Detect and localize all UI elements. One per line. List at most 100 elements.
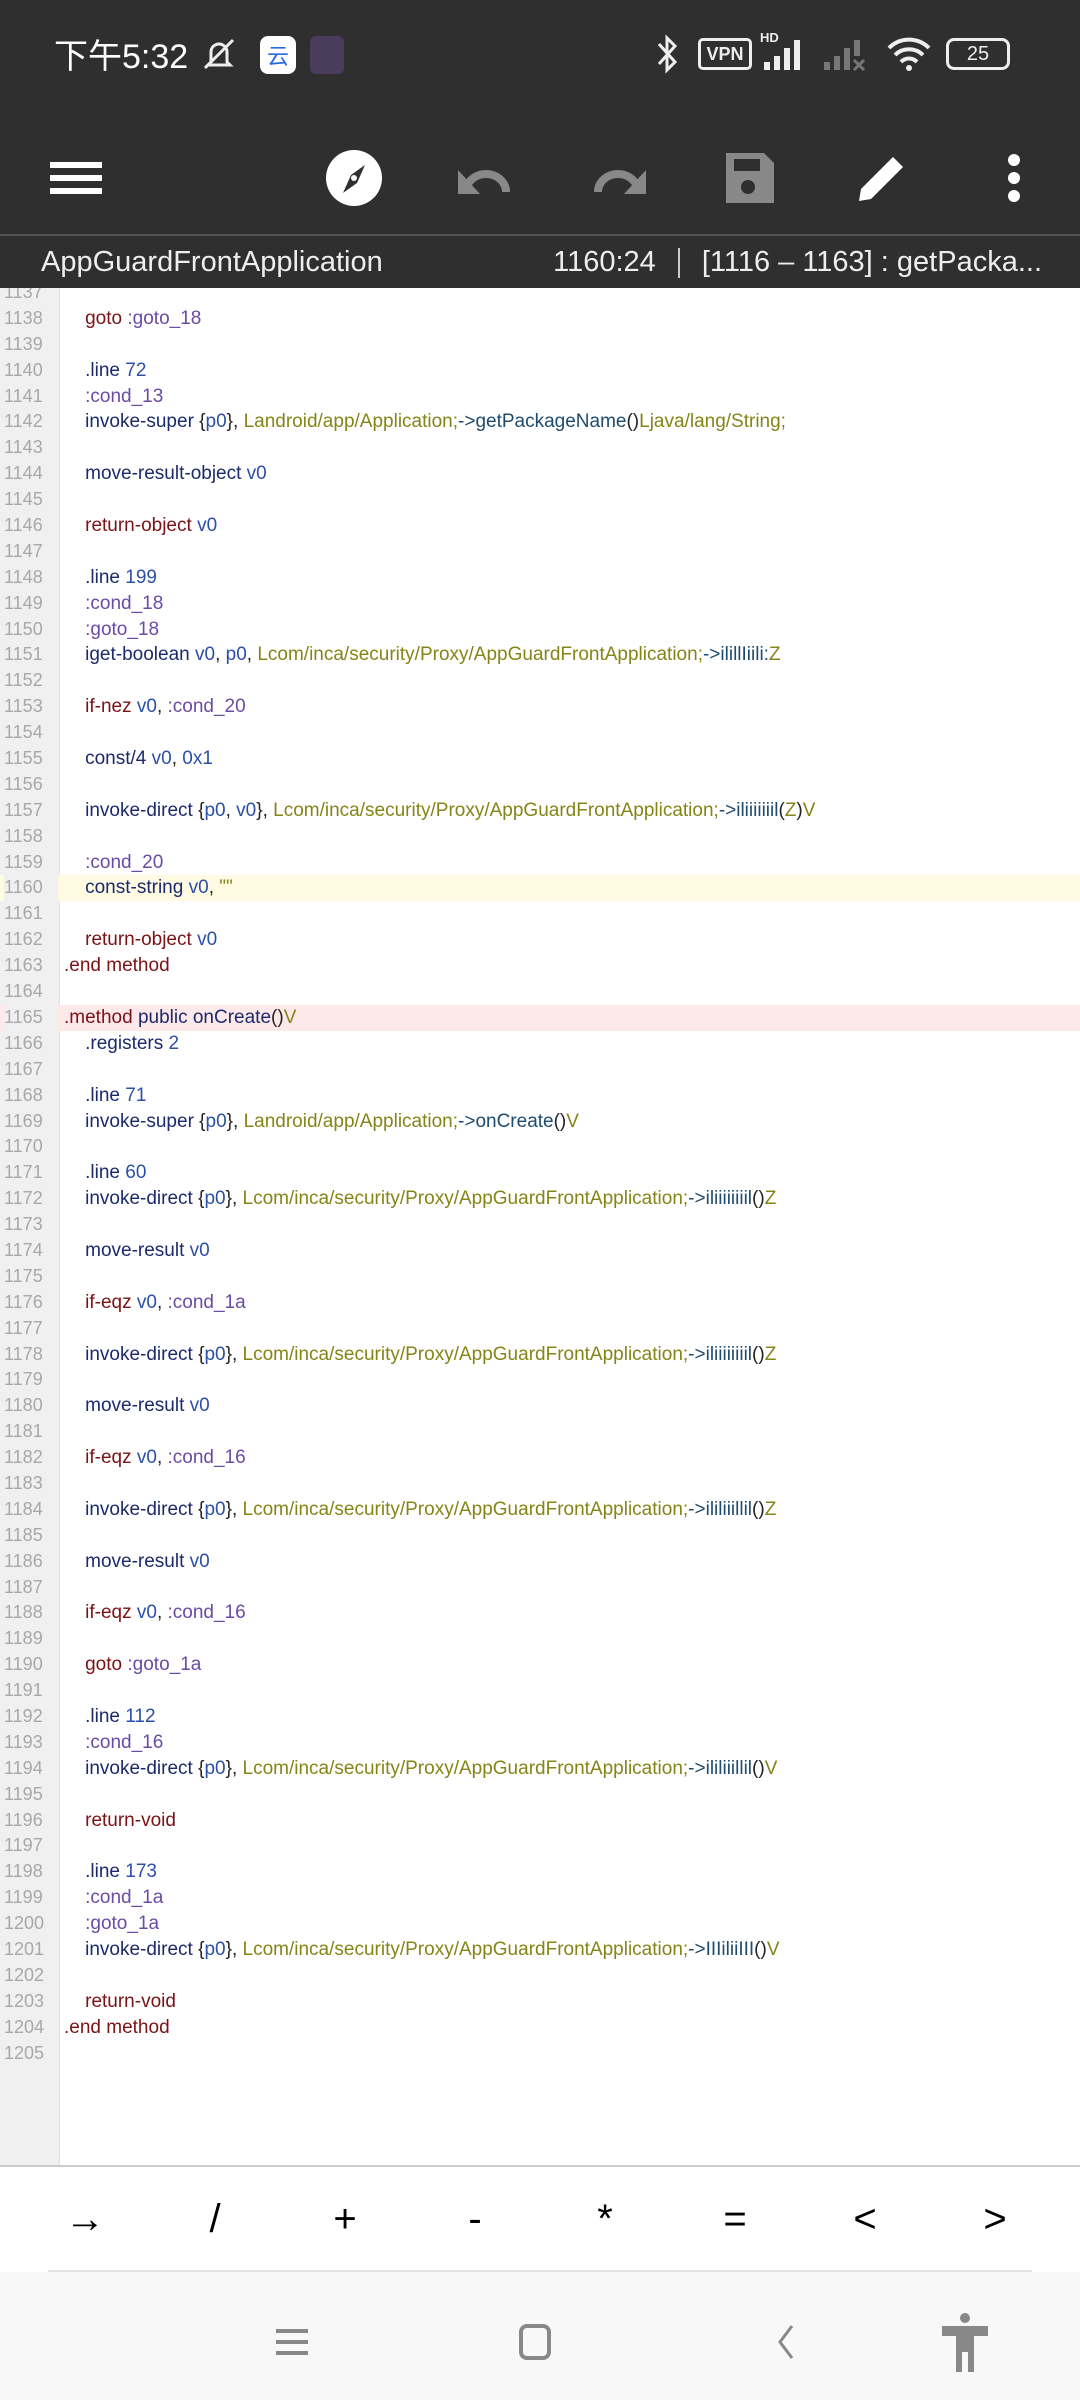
code-line[interactable]: 1175 (0, 1264, 1080, 1290)
code-line[interactable]: 1158 (0, 824, 1080, 850)
save-icon[interactable] (720, 148, 780, 208)
compass-icon[interactable] (324, 148, 384, 208)
code-line[interactable]: 1163 .end method (0, 953, 1080, 979)
code-line[interactable]: 1174 move-result v0 (0, 1238, 1080, 1264)
edit-icon[interactable] (852, 148, 912, 208)
symbol-key[interactable]: → (30, 2197, 140, 2242)
symbol-key[interactable]: = (680, 2197, 790, 2242)
code-line[interactable]: 1159 :cond_20 (0, 850, 1080, 876)
code-line[interactable]: 1162 return-object v0 (0, 927, 1080, 953)
code-line[interactable]: 1149 :cond_18 (0, 591, 1080, 617)
code-line[interactable]: 1201 invoke-direct {p0}, Lcom/inca/secur… (0, 1937, 1080, 1963)
code-line[interactable]: 1139 (0, 332, 1080, 358)
menu-icon[interactable] (46, 148, 106, 208)
code-line[interactable]: 1196 return-void (0, 1808, 1080, 1834)
code-line[interactable]: 1172 invoke-direct {p0}, Lcom/inca/secur… (0, 1186, 1080, 1212)
code-line[interactable]: 1141 :cond_13 (0, 384, 1080, 410)
code-token: , (225, 799, 237, 821)
code-line[interactable]: 1146 return-object v0 (0, 513, 1080, 539)
code-line[interactable]: 1178 invoke-direct {p0}, Lcom/inca/secur… (0, 1342, 1080, 1368)
code-line[interactable]: 1153 if-nez v0, :cond_20 (0, 694, 1080, 720)
code-line[interactable]: 1137 (0, 288, 1080, 306)
more-icon[interactable] (984, 148, 1044, 208)
code-line[interactable]: 1204 .end method (0, 2015, 1080, 2041)
code-line[interactable]: 1189 (0, 1626, 1080, 1652)
code-line[interactable]: 1181 (0, 1419, 1080, 1445)
code-line[interactable]: 1168 .line 71 (0, 1083, 1080, 1109)
code-line[interactable]: 1200 :goto_1a (0, 1911, 1080, 1937)
code-line[interactable]: 1160 const-string v0, "" (0, 875, 1080, 902)
code-line[interactable]: 1167 (0, 1057, 1080, 1083)
code-line[interactable]: 1173 (0, 1212, 1080, 1238)
code-line[interactable]: 1151 iget-boolean v0, p0, Lcom/inca/secu… (0, 642, 1080, 668)
code-token: ->iliiiiiiil (718, 799, 779, 821)
code-token: 2 (168, 1032, 180, 1054)
code-line[interactable]: 1179 (0, 1367, 1080, 1393)
symbol-key[interactable]: / (160, 2197, 270, 2242)
code-line[interactable]: 1142 invoke-super {p0}, Landroid/app/App… (0, 409, 1080, 435)
code-line[interactable]: 1176 if-eqz v0, :cond_1a (0, 1290, 1080, 1316)
code-line[interactable]: 1198 .line 173 (0, 1859, 1080, 1885)
code-line[interactable]: 1156 (0, 772, 1080, 798)
symbol-key[interactable]: * (550, 2197, 660, 2242)
code-line[interactable]: 1182 if-eqz v0, :cond_16 (0, 1445, 1080, 1471)
symbol-key[interactable]: > (940, 2197, 1050, 2242)
code-line[interactable]: 1191 (0, 1678, 1080, 1704)
code-line[interactable]: 1140 .line 72 (0, 358, 1080, 384)
symbol-key[interactable]: < (810, 2197, 920, 2242)
code-line[interactable]: 1145 (0, 487, 1080, 513)
symbol-key[interactable]: + (290, 2197, 400, 2242)
undo-icon[interactable] (456, 148, 516, 208)
code-line[interactable]: 1187 (0, 1575, 1080, 1601)
code-line[interactable]: 1143 (0, 435, 1080, 461)
code-line[interactable]: 1205 (0, 2041, 1080, 2067)
code-line[interactable]: 1144 move-result-object v0 (0, 461, 1080, 487)
code-line[interactable]: 1186 move-result v0 (0, 1549, 1080, 1575)
code-line[interactable]: 1170 (0, 1134, 1080, 1160)
code-line[interactable]: 1138 goto :goto_18 (0, 306, 1080, 332)
home-icon[interactable] (506, 2312, 566, 2372)
code-line[interactable]: 1183 (0, 1471, 1080, 1497)
file-name: AppGuardFrontApplication (41, 245, 383, 278)
code-token: p0 (204, 1757, 226, 1779)
code-line[interactable]: 1164 (0, 979, 1080, 1005)
code-token: 112 (125, 1705, 156, 1727)
code-line[interactable]: 1165 .method public onCreate()V (0, 1004, 1080, 1031)
code-editor[interactable]: 1137 1138 goto :goto_18 1139 1140 .line 72 1… (0, 288, 1080, 2165)
code-line[interactable]: 1192 .line 112 (0, 1704, 1080, 1730)
code-line[interactable]: 1193 :cond_16 (0, 1730, 1080, 1756)
code-line[interactable]: 1180 move-result v0 (0, 1393, 1080, 1419)
recents-icon[interactable] (263, 2312, 323, 2372)
code-line[interactable]: 1184 invoke-direct {p0}, Lcom/inca/secur… (0, 1497, 1080, 1523)
accessibility-icon[interactable] (935, 2312, 995, 2372)
code-line[interactable]: 1197 (0, 1833, 1080, 1859)
code-line[interactable]: 1171 .line 60 (0, 1160, 1080, 1186)
code-token: invoke-direct (64, 1188, 199, 1210)
code-line[interactable]: 1150 :goto_18 (0, 617, 1080, 643)
code-line[interactable]: 1190 goto :goto_1a (0, 1652, 1080, 1678)
code-line[interactable]: 1147 (0, 539, 1080, 565)
code-line[interactable]: 1185 (0, 1523, 1080, 1549)
code-line[interactable]: 1154 (0, 720, 1080, 746)
line-number: 1141 (4, 385, 43, 406)
code-token: if-eqz (64, 1291, 137, 1313)
symbol-key[interactable]: - (420, 2197, 530, 2242)
code-line[interactable]: 1157 invoke-direct {p0, v0}, Lcom/inca/s… (0, 798, 1080, 824)
code-line[interactable]: 1194 invoke-direct {p0}, Lcom/inca/secur… (0, 1756, 1080, 1782)
code-line[interactable]: 1169 invoke-super {p0}, Landroid/app/App… (0, 1109, 1080, 1135)
back-icon[interactable] (756, 2312, 816, 2372)
code-token: :cond_16 (167, 1447, 246, 1469)
code-line[interactable]: 1203 return-void (0, 1989, 1080, 2015)
code-line[interactable]: 1155 const/4 v0, 0x1 (0, 746, 1080, 772)
code-line[interactable]: 1195 (0, 1782, 1080, 1808)
method-range[interactable]: [1116 – 1163] : getPacka... (702, 246, 1042, 278)
code-line[interactable]: 1199 :cond_1a (0, 1885, 1080, 1911)
redo-icon[interactable] (588, 148, 648, 208)
code-line[interactable]: 1152 (0, 668, 1080, 694)
code-line[interactable]: 1161 (0, 901, 1080, 927)
code-line[interactable]: 1177 (0, 1316, 1080, 1342)
code-line[interactable]: 1188 if-eqz v0, :cond_16 (0, 1600, 1080, 1626)
code-line[interactable]: 1166 .registers 2 (0, 1031, 1080, 1057)
code-line[interactable]: 1148 .line 199 (0, 565, 1080, 591)
code-line[interactable]: 1202 (0, 1963, 1080, 1989)
